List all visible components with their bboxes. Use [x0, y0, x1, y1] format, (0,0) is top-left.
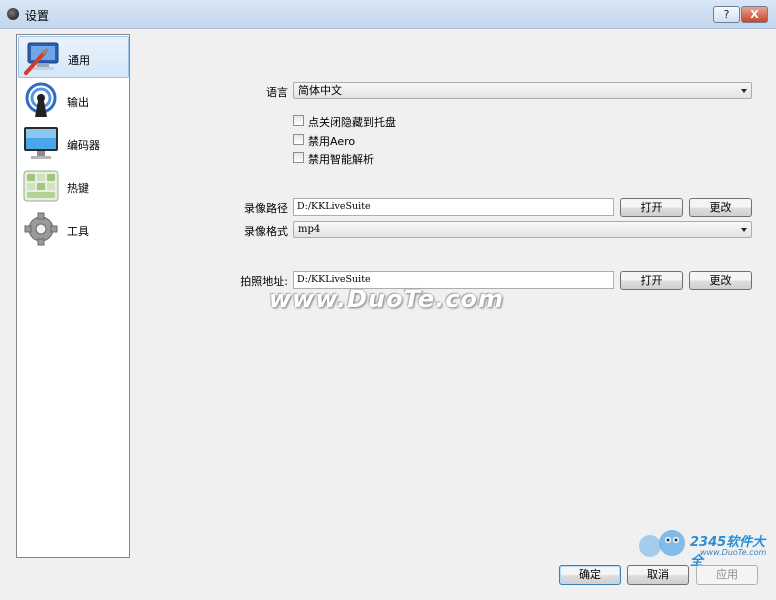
display-icon [24, 127, 58, 159]
brand-url: www.DuoTe.com [700, 548, 767, 557]
record-format-label: 录像格式 [244, 225, 288, 238]
sidebar-item-hotkey[interactable]: 热键 [18, 165, 129, 207]
sidebar-item-general[interactable]: 通用 [18, 36, 129, 78]
record-path-input[interactable]: D:/KKLiveSuite [293, 198, 614, 216]
record-path-change-button[interactable]: 更改 [689, 198, 752, 217]
chevron-down-icon [741, 89, 747, 93]
help-button[interactable]: ? [713, 6, 740, 23]
photo-path-open-button[interactable]: 打开 [620, 271, 683, 290]
app-logo-icon [7, 8, 19, 20]
keyboard-icon [23, 170, 59, 202]
cancel-button[interactable]: 取消 [627, 565, 689, 585]
language-label: 语言 [266, 86, 288, 99]
window-title: 设置 [25, 9, 50, 23]
sidebar-item-tools[interactable]: 工具 [18, 208, 129, 250]
title-bar: 设置 ? X [0, 0, 776, 29]
ok-button[interactable]: 确定 [559, 565, 621, 585]
sidebar-item-label: 输出 [67, 96, 89, 109]
settings-sidebar: 通用 输出 编码器 热键 工具 [16, 34, 130, 558]
record-format-select[interactable]: mp4 [293, 221, 752, 238]
checkbox-box[interactable] [293, 115, 304, 126]
checkbox-label: 点关闭隐藏到托盘 [308, 116, 396, 129]
monitor-tools-icon [24, 42, 59, 75]
sidebar-item-encoder[interactable]: 编码器 [18, 122, 129, 164]
sidebar-item-output[interactable]: 输出 [18, 79, 129, 121]
photo-path-change-button[interactable]: 更改 [689, 271, 752, 290]
record-format-select-value: mp4 [298, 224, 321, 235]
checkbox-label: 禁用智能解析 [308, 153, 374, 166]
sidebar-item-label: 工具 [67, 225, 89, 238]
broadcast-icon [25, 82, 57, 117]
record-path-open-button[interactable]: 打开 [620, 198, 683, 217]
checkbox-box[interactable] [293, 134, 304, 145]
checkbox-box[interactable] [293, 152, 304, 163]
sidebar-item-label: 通用 [68, 54, 90, 67]
sidebar-item-label: 热键 [67, 182, 89, 195]
sidebar-item-label: 编码器 [67, 139, 100, 152]
gear-icon [24, 212, 58, 246]
language-select[interactable]: 简体中文 [293, 82, 752, 99]
checkbox-label: 禁用Aero [308, 135, 356, 148]
chevron-down-icon [741, 228, 747, 232]
apply-button[interactable]: 应用 [696, 565, 758, 585]
close-button[interactable]: X [741, 6, 768, 23]
watermark: www.DuoTe.com [269, 285, 504, 313]
record-path-label: 录像路径 [244, 202, 288, 215]
language-select-value: 简体中文 [298, 84, 342, 97]
